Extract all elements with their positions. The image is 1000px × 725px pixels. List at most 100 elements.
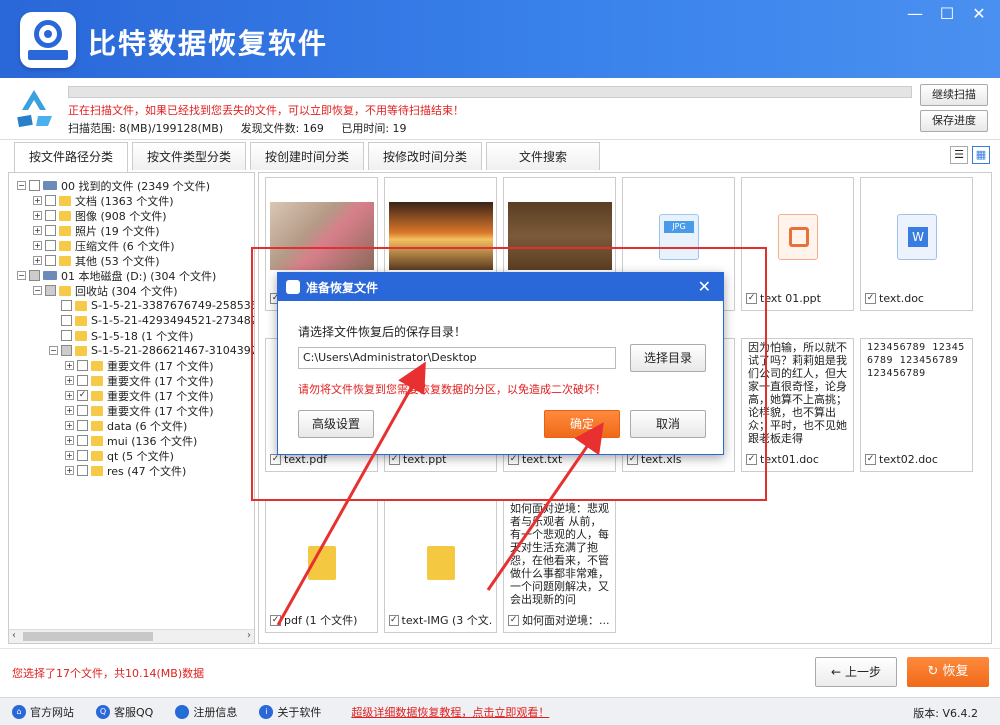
expand-icon[interactable]: + xyxy=(65,406,74,415)
expand-icon[interactable]: + xyxy=(65,436,74,445)
tree-node[interactable]: + ✓ 重要文件 (17 个文件) xyxy=(65,388,214,403)
tree-node[interactable]: − S-1-5-21-286621467-31043979-2 xyxy=(49,343,254,358)
tab-by-type[interactable]: 按文件类型分类 xyxy=(132,142,246,170)
tree-horizontal-scrollbar[interactable]: ‹ › xyxy=(9,629,254,643)
file-checkbox[interactable]: ✓ xyxy=(746,453,757,465)
file-label[interactable]: ✓ 如何面对逆境：... xyxy=(508,612,611,628)
tree-node[interactable]: + 重要文件 (17 个文件) xyxy=(65,358,214,373)
expand-icon[interactable]: + xyxy=(65,376,74,385)
collapse-icon[interactable]: − xyxy=(17,181,26,190)
cancel-button[interactable]: 取消 xyxy=(630,410,706,438)
tree-node[interactable]: + 重要文件 (17 个文件) xyxy=(65,403,214,418)
save-progress-button[interactable]: 保存进度 xyxy=(920,110,988,132)
file-label[interactable]: ✓ text02.doc xyxy=(865,451,968,467)
expand-icon[interactable]: + xyxy=(65,391,74,400)
continue-scan-button[interactable]: 继续扫描 xyxy=(920,84,988,106)
file-card[interactable]: 因为怕输，所以就不试了吗？莉莉姐是我们公司的红人，但大家一直很奇怪，论身高，她算… xyxy=(741,338,854,472)
expand-icon[interactable]: + xyxy=(65,451,74,460)
tree-node[interactable]: + qt (5 个文件) xyxy=(65,448,174,463)
file-checkbox[interactable]: ✓ xyxy=(865,292,876,304)
footer-link-qq[interactable]: Q 客服QQ xyxy=(96,704,153,720)
expand-icon[interactable]: + xyxy=(65,421,74,430)
tab-by-modified-time[interactable]: 按修改时间分类 xyxy=(368,142,482,170)
tree-node[interactable]: S-1-5-21-3387676749-25853587 xyxy=(49,298,254,313)
file-checkbox[interactable]: ✓ xyxy=(508,453,519,465)
tree-checkbox[interactable] xyxy=(45,195,56,206)
scroll-left-icon[interactable]: ‹ xyxy=(12,630,16,641)
tab-file-search[interactable]: 文件搜索 xyxy=(486,142,600,170)
close-button[interactable]: ✕ xyxy=(970,4,988,23)
tab-by-created-time[interactable]: 按创建时间分类 xyxy=(250,142,364,170)
tree-checkbox[interactable] xyxy=(29,180,40,191)
tree-checkbox[interactable] xyxy=(61,315,72,326)
tree-node[interactable]: + 重要文件 (17 个文件) xyxy=(65,373,214,388)
expand-icon[interactable]: + xyxy=(33,241,42,250)
tree-checkbox[interactable] xyxy=(29,270,40,281)
tree-node[interactable]: S-1-5-18 (1 个文件) xyxy=(49,328,193,343)
expand-icon[interactable]: + xyxy=(33,226,42,235)
tree-checkbox[interactable] xyxy=(61,300,72,311)
file-label[interactable]: ✓ text01.doc xyxy=(746,451,849,467)
file-card[interactable]: 123456789 123456789 123456789 123456789 ✓… xyxy=(860,338,973,472)
minimize-button[interactable]: — xyxy=(906,4,924,23)
expand-icon[interactable]: + xyxy=(33,256,42,265)
tree-checkbox[interactable] xyxy=(45,210,56,221)
tree-node[interactable]: + 照片 (19 个文件) xyxy=(33,223,160,238)
advanced-settings-button[interactable]: 高级设置 xyxy=(298,410,374,438)
tree-node[interactable]: + 文档 (1363 个文件) xyxy=(33,193,174,208)
maximize-button[interactable]: ☐ xyxy=(938,4,956,23)
file-checkbox[interactable]: ✓ xyxy=(270,453,281,465)
tree-checkbox[interactable] xyxy=(77,360,88,371)
file-card[interactable]: ✓ text-IMG (3 个文... xyxy=(384,499,497,633)
file-label[interactable]: ✓ text.doc xyxy=(865,290,968,306)
tree-node[interactable]: + 图像 (908 个文件) xyxy=(33,208,167,223)
tree-node[interactable]: + data (6 个文件) xyxy=(65,418,187,433)
confirm-button[interactable]: 确定 xyxy=(544,410,620,438)
footer-link-register[interactable]: 👤 注册信息 xyxy=(175,704,237,720)
file-label[interactable]: ✓ pdf (1 个文件) xyxy=(270,612,373,628)
expand-icon[interactable]: + xyxy=(65,361,74,370)
tree-node[interactable]: − 回收站 (304 个文件) xyxy=(33,283,178,298)
file-label[interactable]: ✓ text 01.ppt xyxy=(746,290,849,306)
tree-node[interactable]: − 01 本地磁盘 (D:) (304 个文件) xyxy=(17,268,216,283)
file-checkbox[interactable]: ✓ xyxy=(627,453,638,465)
recover-button[interactable]: ↻ 恢复 xyxy=(907,657,989,687)
file-card[interactable]: W ✓ text.doc xyxy=(860,177,973,311)
tree-checkbox[interactable] xyxy=(77,450,88,461)
tree-checkbox[interactable] xyxy=(61,330,72,341)
tree-checkbox[interactable] xyxy=(77,420,88,431)
collapse-icon[interactable]: − xyxy=(49,346,58,355)
tree-checkbox[interactable] xyxy=(61,345,72,356)
tree-node[interactable]: + 其他 (53 个文件) xyxy=(33,253,160,268)
expand-icon[interactable]: + xyxy=(65,466,74,475)
tree-node[interactable]: + res (47 个文件) xyxy=(65,463,186,478)
file-checkbox[interactable]: ✓ xyxy=(746,292,757,304)
tree-checkbox[interactable] xyxy=(45,255,56,266)
expand-icon[interactable]: + xyxy=(33,196,42,205)
tree-checkbox[interactable] xyxy=(77,435,88,446)
footer-link-website[interactable]: ⌂ 官方网站 xyxy=(12,704,74,720)
tree-checkbox[interactable] xyxy=(77,465,88,476)
tree-checkbox[interactable] xyxy=(45,285,56,296)
tree-checkbox[interactable] xyxy=(45,240,56,251)
tree-checkbox[interactable]: ✓ xyxy=(77,390,88,401)
tree-node[interactable]: S-1-5-21-4293494521-27348211 xyxy=(49,313,254,328)
tab-by-path[interactable]: 按文件路径分类 xyxy=(14,142,128,172)
tutorial-promo-link[interactable]: 超级详细数据恢复教程，点击立即观看！ xyxy=(351,704,549,720)
previous-step-button[interactable]: ← 上一步 xyxy=(815,657,897,687)
file-checkbox[interactable]: ✓ xyxy=(865,453,876,465)
file-label[interactable]: ✓ text-IMG (3 个文... xyxy=(389,612,492,628)
file-card[interactable]: ✓ pdf (1 个文件) xyxy=(265,499,378,633)
browse-directory-button[interactable]: 选择目录 xyxy=(630,344,706,372)
dialog-close-icon[interactable]: ✕ xyxy=(698,277,711,296)
file-checkbox[interactable]: ✓ xyxy=(389,453,400,465)
footer-link-about[interactable]: i 关于软件 xyxy=(259,704,321,720)
save-path-input[interactable]: C:\Users\Administrator\Desktop xyxy=(298,347,616,369)
scroll-right-icon[interactable]: › xyxy=(247,630,251,641)
file-checkbox[interactable]: ✓ xyxy=(389,614,399,626)
collapse-icon[interactable]: − xyxy=(33,286,42,295)
expand-icon[interactable]: + xyxy=(33,211,42,220)
tree-node[interactable]: + mui (136 个文件) xyxy=(65,433,197,448)
file-card[interactable]: 如何面对逆境：悲观者与乐观者 从前，有一个悲观的人，每天对生活充满了抱怨，在他看… xyxy=(503,499,616,633)
collapse-icon[interactable]: − xyxy=(17,271,26,280)
